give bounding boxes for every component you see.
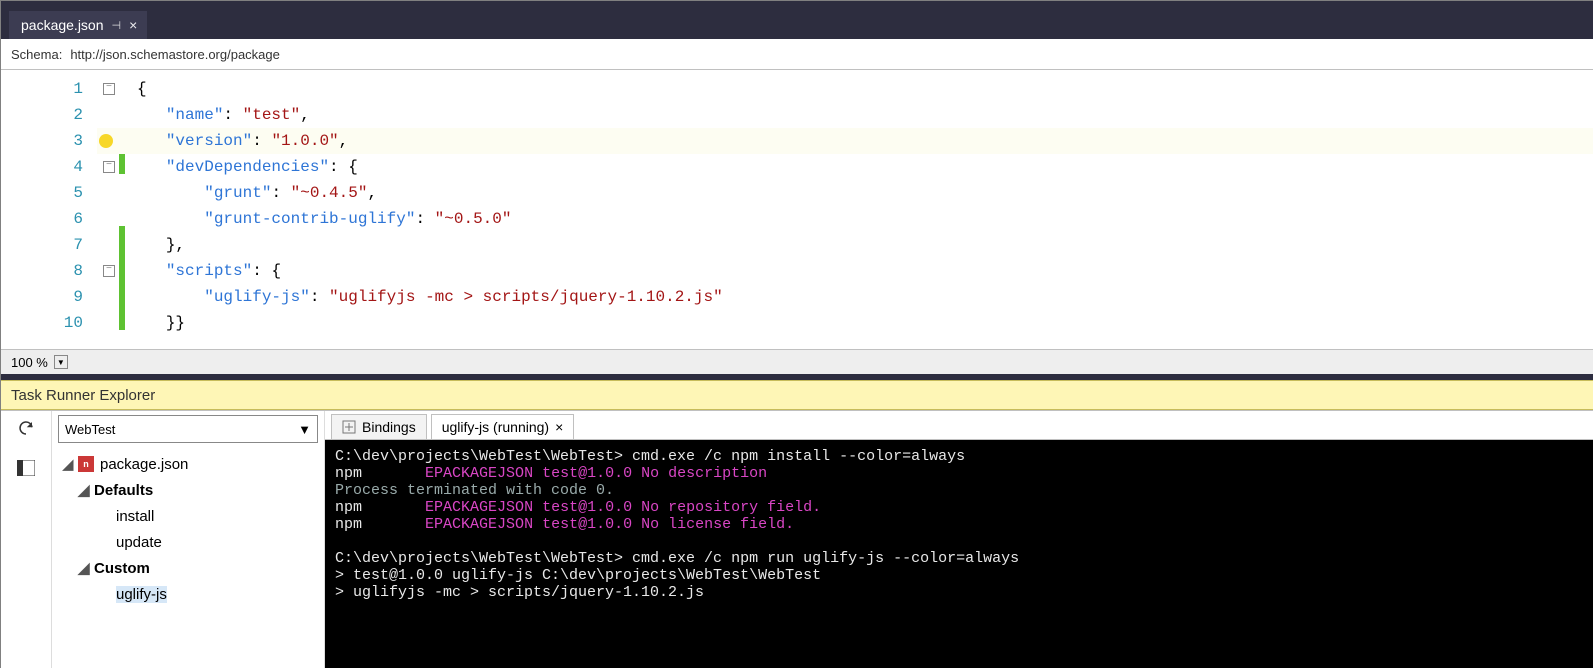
tree-task[interactable]: install [56,503,324,529]
schema-value[interactable]: http://json.schemastore.org/package [70,47,280,62]
terminal-output[interactable]: C:\dev\projects\WebTest\WebTest> cmd.exe… [325,440,1593,668]
tab-bindings[interactable]: Bindings [331,414,427,439]
app-window: package.json ⊣ × Schema: http://json.sch… [0,0,1593,668]
task-tree: WebTest ▼ ◢npackage.json◢Defaultsinstall… [52,411,325,668]
task-runner-title: Task Runner Explorer [11,387,155,404]
terminal-line: > test@1.0.0 uglify-js C:\dev\projects\W… [335,567,1584,584]
tree-task[interactable]: update [56,529,324,555]
fold-icon[interactable]: − [103,265,115,277]
task-runner-panel: WebTest ▼ ◢npackage.json◢Defaultsinstall… [1,410,1593,668]
code-surface[interactable]: −{ "name": "test", "version": "1.0.0",− … [97,70,1593,349]
refresh-icon[interactable] [15,417,37,439]
terminal-line [335,533,1584,550]
terminal-line: C:\dev\projects\WebTest\WebTest> cmd.exe… [335,448,1584,465]
code-line[interactable]: }} [97,310,1593,336]
layout-icon[interactable] [15,457,37,479]
npm-icon: n [78,456,94,472]
task-runner-header[interactable]: Task Runner Explorer [1,380,1593,410]
code-line[interactable]: "version": "1.0.0", [97,128,1593,154]
fold-icon[interactable]: − [103,83,115,95]
project-name: WebTest [65,422,115,437]
tree-task[interactable]: uglify-js [56,581,324,607]
close-icon[interactable]: × [129,17,137,33]
tree-group[interactable]: ◢Custom [56,555,324,581]
code-line[interactable]: − "scripts": { [97,258,1593,284]
code-line[interactable]: }, [97,232,1593,258]
project-selector[interactable]: WebTest ▼ [58,415,318,443]
terminal-line: npm WARN EPACKAGEJSON test@1.0.0 No repo… [335,499,1584,516]
code-editor[interactable]: 12345678910 −{ "name": "test", "version"… [1,70,1593,349]
terminal-line: Process terminated with code 0. [335,482,1584,499]
bindings-icon [342,420,356,434]
terminal-line: C:\dev\projects\WebTest\WebTest> cmd.exe… [335,550,1584,567]
chevron-down-icon: ▼ [298,422,311,437]
tree-body: ◢npackage.json◢Defaultsinstallupdate◢Cus… [52,447,324,607]
terminal-line: npm WARN EPACKAGEJSON test@1.0.0 No lice… [335,516,1584,533]
tree-group[interactable]: ◢Defaults [56,477,324,503]
file-tab-label: package.json [21,17,104,33]
file-tab-package-json[interactable]: package.json ⊣ × [9,11,147,39]
fold-icon[interactable]: − [103,161,115,173]
output-pane: Bindings uglify-js (running) × C:\dev\pr… [325,411,1593,668]
tab-uglify-running[interactable]: uglify-js (running) × [431,414,575,439]
zoom-dropdown[interactable]: ▼ [54,355,68,369]
code-line[interactable]: "uglify-js": "uglifyjs -mc > scripts/jqu… [97,284,1593,310]
close-icon[interactable]: × [555,419,563,435]
code-line[interactable]: "name": "test", [97,102,1593,128]
code-line[interactable]: −{ [97,76,1593,102]
zoom-bar: 100 % ▼ [1,349,1593,374]
code-line[interactable]: "grunt": "~0.4.5", [97,180,1593,206]
line-gutter: 12345678910 [1,70,97,349]
code-line[interactable]: "grunt-contrib-uglify": "~0.5.0" [97,206,1593,232]
zoom-value: 100 % [1,355,50,370]
lightbulb-icon[interactable] [99,134,113,148]
tab-bindings-label: Bindings [362,419,416,435]
panel-toolbar [1,411,52,668]
terminal-line: npm WARN EPACKAGEJSON test@1.0.0 No desc… [335,465,1584,482]
code-line[interactable]: − "devDependencies": { [97,154,1593,180]
schema-bar: Schema: http://json.schemastore.org/pack… [1,39,1593,70]
tree-root[interactable]: ◢npackage.json [56,451,324,477]
document-tabbar: package.json ⊣ × [1,1,1593,39]
terminal-line: > uglifyjs -mc > scripts/jquery-1.10.2.j… [335,584,1584,601]
pin-icon[interactable]: ⊣ [112,19,122,32]
tab-running-label: uglify-js (running) [442,419,549,435]
schema-label: Schema: [1,47,70,62]
output-tabs: Bindings uglify-js (running) × [325,411,1593,440]
